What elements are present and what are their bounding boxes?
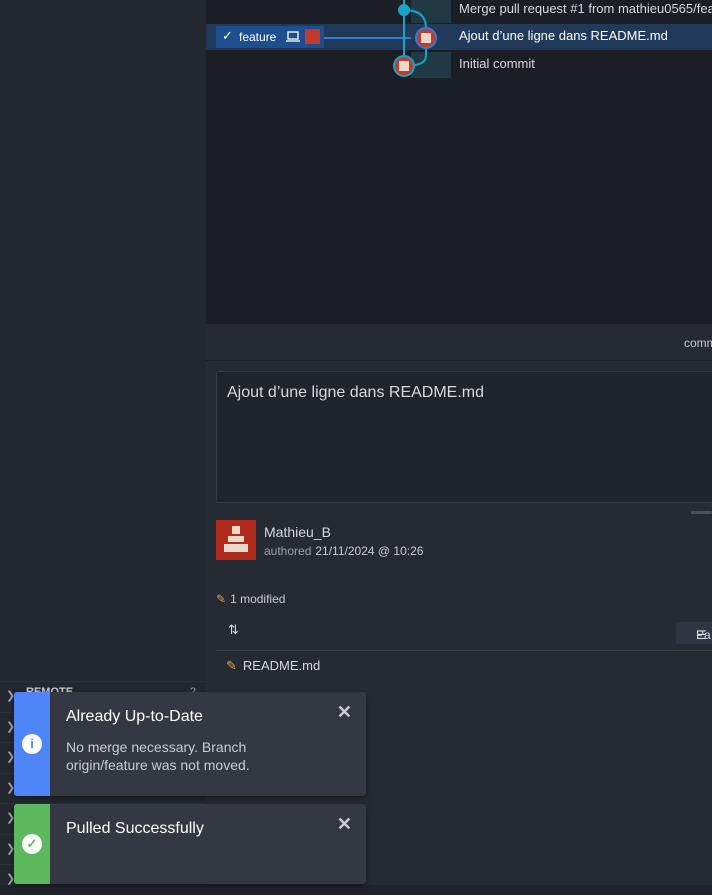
- modified-summary: ✎ 1 modified: [216, 592, 285, 606]
- commit-label: comm: [684, 336, 712, 350]
- commit-message-box[interactable]: Ajout d’une ligne dans README.md: [216, 371, 712, 503]
- branch-name: feature: [239, 30, 277, 44]
- toast-already-up-to-date: i Already Up-to-Date No merge necessary.…: [14, 692, 366, 796]
- path-button-label: Pa: [696, 628, 711, 642]
- modified-count: 1 modified: [230, 592, 286, 606]
- toast-pulled-successfully: ✓ Pulled Successfully ✕: [14, 804, 366, 884]
- authored-info: authored 21/11/2024 @ 10:26: [264, 544, 423, 558]
- file-name: README.md: [242, 658, 321, 673]
- branch-tag-feature[interactable]: ✓ feature: [216, 26, 324, 48]
- avatar-icon: [305, 29, 320, 44]
- commit-message-text: Ajout d’une ligne dans README.md: [227, 384, 485, 401]
- scroll-handle[interactable]: [691, 511, 712, 514]
- author-avatar: [216, 520, 256, 560]
- avatar-pattern: [399, 61, 409, 71]
- authored-label: authored: [264, 544, 312, 558]
- path-view-button[interactable]: ☰ Pa: [676, 622, 712, 644]
- author-name: Mathieu_B: [264, 524, 331, 540]
- pencil-icon: ✎: [226, 658, 237, 673]
- laptop-icon: [286, 31, 300, 42]
- checkmark-icon: ✓: [222, 28, 233, 43]
- file-row[interactable]: ✎ README.md: [226, 658, 320, 674]
- identicon-icon: [224, 526, 248, 552]
- avatar-pattern: [421, 33, 431, 43]
- toast-accent-bar: ✓: [14, 804, 50, 884]
- divider: [216, 650, 712, 651]
- toast-title: Pulled Successfully: [66, 820, 204, 837]
- close-icon[interactable]: ✕: [337, 814, 352, 835]
- close-icon[interactable]: ✕: [337, 702, 352, 723]
- sort-az-icon[interactable]: ⇅: [228, 622, 239, 638]
- toast-accent-bar: i: [14, 692, 50, 796]
- commit-graph: Merge pull request #1 from mathieu0565/f…: [206, 0, 712, 324]
- authored-date: 21/11/2024 @ 10:26: [315, 544, 424, 558]
- pencil-icon: ✎: [216, 592, 227, 606]
- merge-node[interactable]: [398, 4, 410, 16]
- check-circle-icon: ✓: [22, 834, 42, 854]
- toast-title: Already Up-to-Date: [66, 708, 203, 725]
- commit-detail-panel: comm Ajout d’une ligne dans README.md Ma…: [206, 324, 712, 885]
- info-icon: i: [22, 734, 42, 754]
- toast-body: No merge necessary. Branch origin/featur…: [66, 739, 250, 773]
- detail-header: comm: [206, 324, 712, 361]
